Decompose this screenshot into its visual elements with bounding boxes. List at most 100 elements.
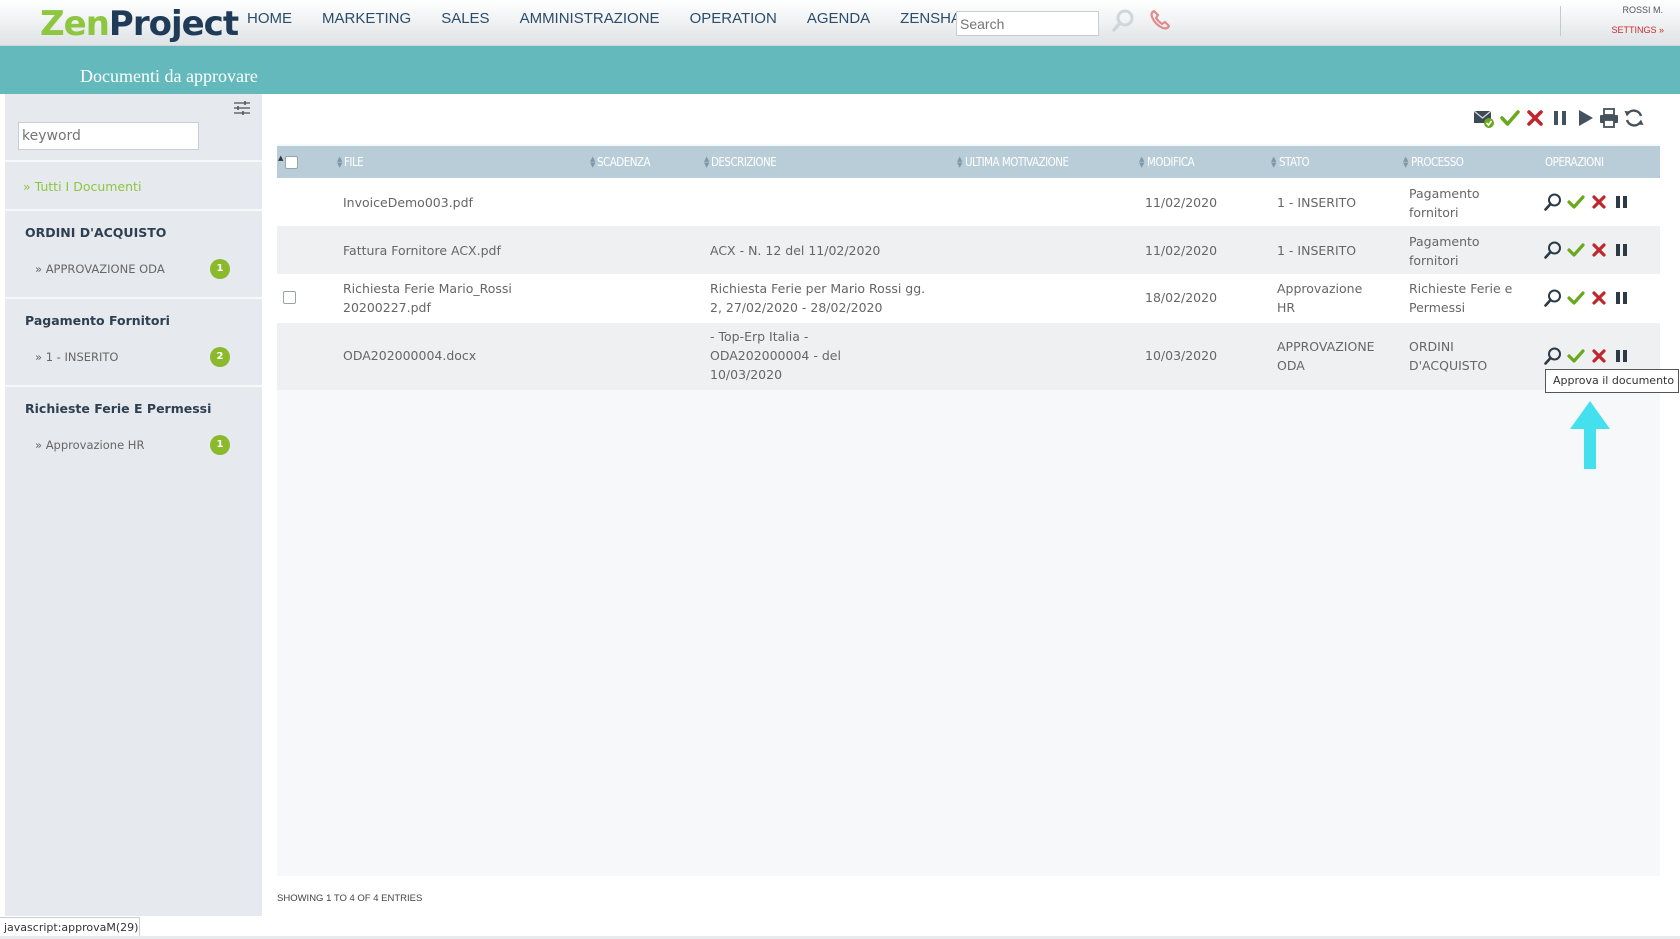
- row-operations: [1543, 192, 1635, 212]
- approve-icon[interactable]: [1566, 346, 1586, 366]
- suspend-icon[interactable]: [1612, 288, 1632, 308]
- cell-modifica: 11/02/2020: [1145, 243, 1218, 258]
- main-panel: ▲ ▲ ▼ FILE ▲ ▼ SCADENZA ▲ ▼ DESCRIZIONE ▲ ▼ …: [277, 94, 1660, 904]
- settings-link[interactable]: SETTINGS »: [1611, 25, 1664, 35]
- nav-home[interactable]: HOME: [247, 10, 292, 27]
- search-icon[interactable]: [1110, 8, 1136, 34]
- table-row: Fattura Fornitore ACX.pdf ACX - N. 12 de…: [277, 226, 1660, 274]
- count-badge: 2: [210, 347, 230, 367]
- cell-file[interactable]: Richiesta Ferie Mario_Rossi 20200227.pdf: [343, 279, 512, 317]
- column-ultima-motivazione[interactable]: ULTIMA MOTIVAZIONE: [965, 155, 1069, 169]
- select-all-checkbox[interactable]: [285, 156, 298, 169]
- nav-sales[interactable]: SALES: [441, 10, 489, 27]
- approve-tooltip: Approva il documento: [1545, 369, 1679, 393]
- cell-processo: Pagamento fornitori: [1409, 234, 1480, 268]
- sidebar-item-inserito[interactable]: » 1 - INSERITO: [35, 350, 119, 364]
- table-row: InvoiceDemo003.pdf 11/02/2020 1 - INSERI…: [277, 178, 1660, 226]
- mail-check-icon[interactable]: [1473, 107, 1495, 129]
- keyword-input[interactable]: [18, 122, 199, 150]
- count-badge: 1: [210, 259, 230, 279]
- column-descrizione[interactable]: DESCRIZIONE: [711, 155, 777, 169]
- cell-processo: Richieste Ferie e Permessi: [1409, 281, 1513, 315]
- suspend-icon[interactable]: [1612, 192, 1632, 212]
- sort-icon: ▲ ▼: [1403, 155, 1409, 169]
- sort-icon: ▲ ▼: [704, 155, 710, 169]
- view-icon[interactable]: [1543, 192, 1563, 212]
- nav-amministrazione[interactable]: AMMINISTRAZIONE: [520, 10, 660, 27]
- cell-descrizione: Richiesta Ferie per Mario Rossi gg. 2, 27…: [710, 281, 926, 315]
- cell-processo: Pagamento fornitori: [1409, 186, 1480, 220]
- sort-icon: ▲ ▼: [957, 155, 963, 169]
- nav-operation[interactable]: OPERATION: [690, 10, 777, 27]
- logo-zen: Zen: [40, 4, 110, 44]
- play-icon[interactable]: [1574, 107, 1596, 129]
- approve-all-icon[interactable]: [1499, 107, 1521, 129]
- cell-stato: Approvazione HR: [1277, 281, 1363, 315]
- reject-icon[interactable]: [1589, 240, 1609, 260]
- filter-settings-icon[interactable]: [233, 100, 251, 116]
- cell-file[interactable]: Fattura Fornitore ACX.pdf: [343, 241, 501, 260]
- cell-stato: APPROVAZIONE ODA: [1277, 339, 1375, 373]
- sidebar-item-all-documents[interactable]: » Tutti I Documenti: [23, 179, 141, 194]
- column-scadenza[interactable]: SCADENZA: [597, 155, 651, 169]
- view-icon[interactable]: [1543, 240, 1563, 260]
- column-file[interactable]: FILE: [344, 155, 364, 169]
- sidebar-divider: [5, 297, 262, 299]
- cell-descrizione: - Top-Erp Italia - ODA202000004 - del 10/0…: [710, 329, 841, 382]
- cell-descrizione: ACX - N. 12 del 11/02/2020: [710, 243, 881, 258]
- print-icon[interactable]: [1598, 107, 1620, 129]
- approve-icon[interactable]: [1566, 240, 1586, 260]
- toolbar: [277, 94, 1660, 144]
- zenproject-logo[interactable]: ZenProject: [40, 4, 239, 44]
- sidebar-item-approvazione-hr[interactable]: » Approvazione HR: [35, 438, 144, 452]
- row-operations: [1543, 240, 1635, 260]
- reject-icon[interactable]: [1589, 346, 1609, 366]
- sidebar-group-ferie: Richieste Ferie E Permessi: [25, 401, 212, 416]
- reject-all-icon[interactable]: [1524, 107, 1546, 129]
- approve-icon[interactable]: [1566, 192, 1586, 212]
- cell-file[interactable]: ODA202000004.docx: [343, 346, 476, 365]
- reject-icon[interactable]: [1589, 288, 1609, 308]
- sidebar-divider: [5, 160, 262, 162]
- phone-icon[interactable]: [1148, 8, 1172, 32]
- row-operations: [1543, 346, 1635, 366]
- sort-icon: ▲ ▼: [337, 155, 343, 169]
- table-row: ODA202000004.docx - Top-Erp Italia - ODA2…: [277, 323, 1660, 390]
- pause-icon[interactable]: [1549, 107, 1571, 129]
- global-search-input[interactable]: [956, 11, 1099, 36]
- column-modifica[interactable]: MODIFICA: [1147, 155, 1195, 169]
- cell-modifica: 11/02/2020: [1145, 195, 1218, 210]
- page-title: Documenti da approvare: [80, 66, 258, 86]
- sidebar-group-pagamento: Pagamento Fornitori: [25, 313, 170, 328]
- cell-file[interactable]: InvoiceDemo003.pdf: [343, 193, 473, 212]
- cell-processo: ORDINI D'ACQUISTO: [1409, 339, 1488, 373]
- sort-asc-icon: ▲: [278, 154, 284, 162]
- row-checkbox[interactable]: [283, 291, 296, 304]
- main-nav: HOME MARKETING SALES AMMINISTRAZIONE OPE…: [247, 10, 1012, 27]
- nav-agenda[interactable]: AGENDA: [807, 10, 870, 27]
- view-icon[interactable]: [1543, 346, 1563, 366]
- cell-stato: 1 - INSERITO: [1277, 195, 1357, 210]
- table-info: SHOWING 1 TO 4 OF 4 ENTRIES: [277, 893, 423, 904]
- sidebar-divider: [5, 385, 262, 387]
- column-processo[interactable]: PROCESSO: [1411, 155, 1464, 169]
- view-icon[interactable]: [1543, 288, 1563, 308]
- row-operations: [1543, 288, 1635, 308]
- refresh-icon[interactable]: [1623, 107, 1645, 129]
- cell-modifica: 10/03/2020: [1145, 348, 1218, 363]
- approve-icon[interactable]: [1566, 288, 1586, 308]
- sidebar: » Tutti I Documenti ORDINI D'ACQUISTO » …: [5, 94, 262, 916]
- table-row: Richiesta Ferie Mario_Rossi 20200227.pdf …: [277, 274, 1660, 323]
- cell-modifica: 18/02/2020: [1145, 290, 1218, 305]
- nav-marketing[interactable]: MARKETING: [322, 10, 411, 27]
- title-band: Documenti da approvare: [0, 46, 1680, 94]
- column-operazioni: OPERAZIONI: [1545, 155, 1604, 169]
- suspend-icon[interactable]: [1612, 346, 1632, 366]
- logo-project: Project: [108, 4, 239, 44]
- suspend-icon[interactable]: [1612, 240, 1632, 260]
- column-stato[interactable]: STATO: [1279, 155, 1310, 169]
- sidebar-item-approvazione-oda[interactable]: » APPROVAZIONE ODA: [35, 262, 165, 276]
- reject-icon[interactable]: [1589, 192, 1609, 212]
- cell-stato: 1 - INSERITO: [1277, 243, 1357, 258]
- sort-icon: ▲ ▼: [1139, 155, 1145, 169]
